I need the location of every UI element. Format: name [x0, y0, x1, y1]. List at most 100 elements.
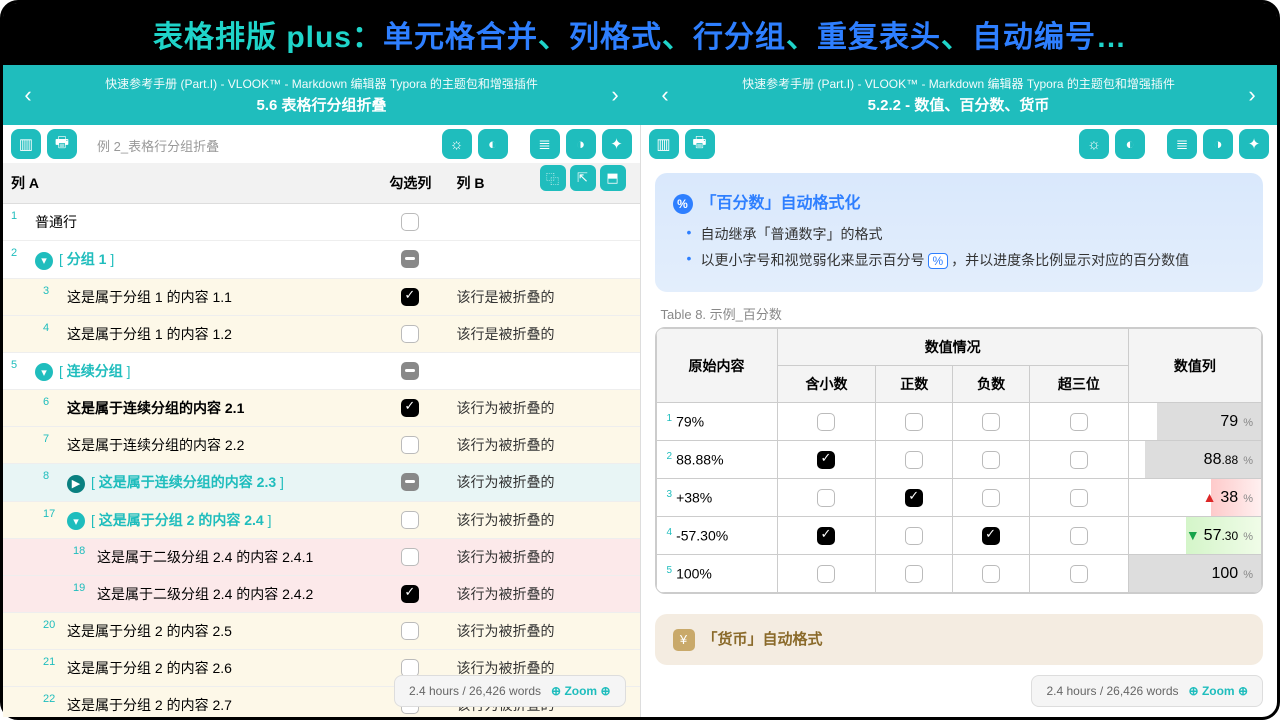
checkbox[interactable] [905, 565, 923, 583]
thou-header: 超三位 [1029, 366, 1128, 403]
table-row: 17▾[ 这是属于分组 2 的内容 2.4 ]该行为被折叠的 [3, 501, 640, 539]
checkbox[interactable] [401, 213, 419, 231]
checkbox[interactable] [401, 473, 419, 491]
contrast-icon[interactable]: ◑ [1203, 129, 1233, 159]
table-row: 7这是属于连续分组的内容 2.2该行为被折叠的 [3, 427, 640, 464]
pos-header: 正数 [876, 366, 953, 403]
checkbox[interactable] [982, 489, 1000, 507]
chevron-down-icon[interactable]: ▾ [67, 512, 85, 530]
next-right-button[interactable]: › [1227, 82, 1277, 108]
checkbox[interactable] [401, 250, 419, 268]
checkbox[interactable] [1070, 413, 1088, 431]
magic-icon[interactable]: ✦ [1239, 129, 1269, 159]
checkbox[interactable] [982, 451, 1000, 469]
prev-left-button[interactable]: ‹ [3, 82, 53, 108]
table-row: 1普通行 [3, 204, 640, 241]
checkbox[interactable] [401, 585, 419, 603]
checkbox[interactable] [1070, 565, 1088, 583]
save-icon[interactable]: ⬒ [600, 165, 626, 191]
export-icon[interactable]: ⇱ [570, 165, 596, 191]
chevron-right-icon[interactable]: ▶ [67, 475, 85, 493]
nav-strip: ‹ 快速参考手册 (Part.I) - VLOOK™ - Markdown 编辑… [3, 65, 1277, 125]
col-a-header: 列 A [3, 163, 372, 204]
table-row: 8▶[ 这是属于连续分组的内容 2.3 ]该行为被折叠的 [3, 464, 640, 502]
info-item: 自动继承「普通数字」的格式 [687, 224, 1246, 244]
print-icon[interactable]: 🖶 [685, 129, 715, 159]
checkbox[interactable] [401, 288, 419, 306]
checkbox[interactable] [401, 511, 419, 529]
left-toolbar: ▥ 🖶 例 2_表格行分组折叠 ☼ ◐ ≣ ◑ ✦ [3, 125, 640, 163]
checkbox[interactable] [982, 565, 1000, 583]
val-header: 数值列 [1128, 329, 1261, 403]
percent-table: 原始内容 数值情况 数值列 含小数 正数 负数 超三位 179%79 %288.… [656, 328, 1263, 593]
right-toolbar: ▥ 🖶 ☼ ◐ ≣ ◑ ✦ [641, 125, 1278, 163]
table-row: 19这是属于二级分组 2.4 的内容 2.4.2该行为被折叠的 [3, 576, 640, 613]
next-left-button[interactable]: › [590, 82, 640, 108]
list-icon[interactable]: ≣ [530, 129, 560, 159]
checkbox[interactable] [817, 489, 835, 507]
info-item: 以更小字号和视觉弱化来显示百分号%，并以进度条比例显示对应的百分数值 [687, 250, 1246, 270]
percent-icon: % [673, 194, 693, 214]
status-text: 2.4 hours / 26,426 words [1046, 684, 1178, 698]
dark-icon[interactable]: ◐ [1115, 129, 1145, 159]
status-right: 2.4 hours / 26,426 words ⊕ Zoom ⊕ [1031, 675, 1263, 707]
checkbox[interactable] [982, 527, 1000, 545]
nav-left-main: 5.6 表格行分组折叠 [53, 94, 590, 115]
checkbox[interactable] [905, 451, 923, 469]
currency-title: 「货币」自动格式 [703, 631, 823, 648]
checkbox[interactable] [401, 548, 419, 566]
percent-info-block: %「百分数」自动格式化 自动继承「普通数字」的格式 以更小字号和视觉弱化来显示百… [655, 173, 1264, 292]
table-row: 179%79 % [656, 403, 1262, 441]
table-row: 18这是属于二级分组 2.4 的内容 2.4.1该行为被折叠的 [3, 539, 640, 576]
table-row: 3+38%▲ 38 % [656, 479, 1262, 517]
magic-icon[interactable]: ✦ [602, 129, 632, 159]
table-row: 6这是属于连续分组的内容 2.1该行为被折叠的 [3, 390, 640, 427]
status-text: 2.4 hours / 26,426 words [409, 684, 541, 698]
table-row: 3这是属于分组 1 的内容 1.1该行是被折叠的 [3, 278, 640, 315]
zoom-button[interactable]: ⊕ Zoom ⊕ [1189, 684, 1248, 698]
checkbox[interactable] [401, 399, 419, 417]
table-row: 4这是属于分组 1 的内容 1.2该行是被折叠的 [3, 315, 640, 352]
nav-right-sub: 快速参考手册 (Part.I) - VLOOK™ - Markdown 编辑器 … [690, 75, 1227, 92]
percent-tag: % [928, 253, 949, 269]
contrast-icon[interactable]: ◑ [566, 129, 596, 159]
chevron-down-icon[interactable]: ▾ [35, 363, 53, 381]
checkbox[interactable] [401, 622, 419, 640]
checkbox[interactable] [1070, 451, 1088, 469]
theme-icon[interactable]: ☼ [442, 129, 472, 159]
copy-icon[interactable]: ⿻ [540, 165, 566, 191]
table-row: 288.88%88.88 % [656, 441, 1262, 479]
checkbox[interactable] [1070, 489, 1088, 507]
checkbox[interactable] [401, 325, 419, 343]
left-pane: ▥ 🖶 例 2_表格行分组折叠 ☼ ◐ ≣ ◑ ✦ ⿻ ⇱ ⬒ 列 A 勾选列 … [3, 125, 641, 717]
checkbox[interactable] [401, 362, 419, 380]
dark-icon[interactable]: ◐ [478, 129, 508, 159]
chevron-down-icon[interactable]: ▾ [35, 252, 53, 270]
checkbox[interactable] [905, 527, 923, 545]
checkbox[interactable] [1070, 527, 1088, 545]
checkbox[interactable] [401, 436, 419, 454]
currency-block: ¥「货币」自动格式 [655, 614, 1264, 665]
checkbox[interactable] [905, 413, 923, 431]
right-pane: ▥ 🖶 ☼ ◐ ≣ ◑ ✦ %「百分数」自动格式化 自动继承「普通数字」的格式 … [641, 125, 1278, 717]
checkbox[interactable] [817, 527, 835, 545]
table-row: 5▾[ 连续分组 ] [3, 352, 640, 390]
raw-header: 原始内容 [656, 329, 777, 403]
checkbox[interactable] [817, 413, 835, 431]
table-row: 20这是属于分组 2 的内容 2.5该行为被折叠的 [3, 613, 640, 650]
checkbox[interactable] [905, 489, 923, 507]
left-caption: 例 2_表格行分组折叠 [83, 134, 219, 155]
checkbox[interactable] [982, 413, 1000, 431]
zoom-button[interactable]: ⊕ Zoom ⊕ [551, 684, 610, 698]
prev-right-button[interactable]: ‹ [640, 82, 690, 108]
table8-caption: Table 8. 示例_百分数 [641, 302, 1278, 323]
table-row: 4-57.30%▼ 57.30 % [656, 517, 1262, 555]
checkbox[interactable] [817, 565, 835, 583]
theme-icon[interactable]: ☼ [1079, 129, 1109, 159]
list-icon[interactable]: ≣ [1167, 129, 1197, 159]
checkbox[interactable] [817, 451, 835, 469]
table-row: 2▾[ 分组 1 ] [3, 241, 640, 279]
map-icon[interactable]: ▥ [649, 129, 679, 159]
print-icon[interactable]: 🖶 [47, 129, 77, 159]
map-icon[interactable]: ▥ [11, 129, 41, 159]
